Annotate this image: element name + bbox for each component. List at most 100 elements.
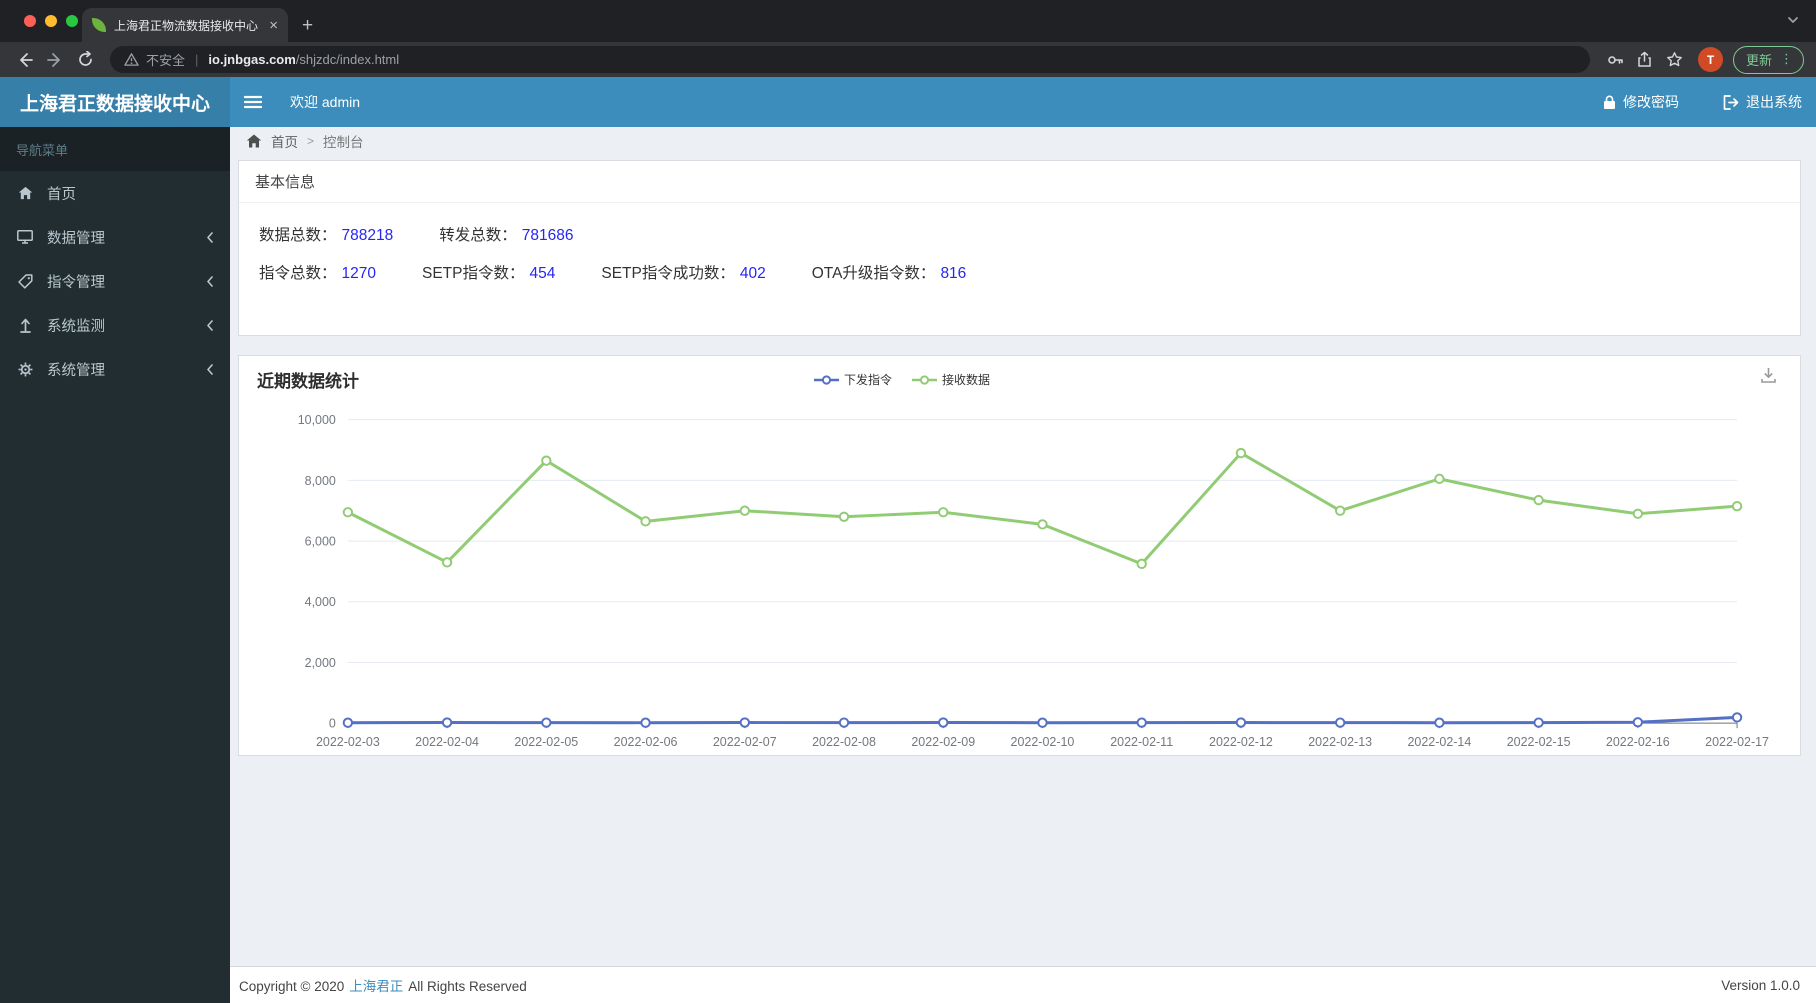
svg-text:8,000: 8,000 — [305, 474, 336, 488]
tab-title: 上海君正物流数据接收中心 — [114, 18, 259, 33]
sidebar-toggle-button[interactable] — [244, 95, 284, 109]
browser-toolbar: 不安全 | io.jnbgas.com/shjzdc/index.html T … — [0, 42, 1816, 77]
copyright-text: Copyright © 2020 上海君正 All Rights Reserved — [239, 979, 527, 994]
breadcrumb-home-label[interactable]: 首页 — [271, 131, 298, 151]
share-icon[interactable] — [1632, 47, 1658, 73]
svg-text:2022-02-12: 2022-02-12 — [1209, 735, 1273, 749]
welcome-text: 欢迎 admin — [290, 94, 361, 110]
breadcrumb-home-icon[interactable] — [246, 134, 262, 148]
svg-text:4,000: 4,000 — [305, 595, 336, 609]
stat-label: 数据总数： — [259, 227, 337, 244]
chrome-update-button[interactable]: 更新 ⋮ — [1732, 45, 1804, 74]
not-secure-label: 不安全 — [146, 53, 186, 68]
breadcrumb-current: 控制台 — [323, 134, 364, 150]
home-icon — [16, 186, 34, 200]
top-navbar: 欢迎 admin 修改密码 退出系统 — [230, 77, 1816, 127]
stat-value: 402 — [739, 265, 766, 282]
gear-icon — [16, 362, 34, 377]
reload-icon[interactable] — [72, 47, 98, 73]
svg-text:2022-02-05: 2022-02-05 — [514, 735, 578, 749]
sidebar-item-首页[interactable]: 首页 — [0, 171, 230, 215]
svg-text:10,000: 10,000 — [298, 413, 336, 427]
chevron-left-icon — [206, 231, 214, 243]
sign-out-icon — [1723, 94, 1739, 110]
svg-text:2022-02-09: 2022-02-09 — [911, 735, 975, 749]
stat-label: SETP指令成功数： — [601, 265, 735, 282]
basic-info-body: 数据总数： 788218 转发总数： 781686 指令总数： 1270 SETP指令数： 4… — [239, 203, 1800, 335]
recent-data-panel: 近期数据统计 下发指令 接收数据 0 2,000 4,000 6,000 8,000 10,… — [238, 355, 1801, 756]
sidebar-item-数据管理[interactable]: 数据管理 — [0, 215, 230, 259]
url-path: /shjzdc/index.html — [295, 52, 400, 67]
sidebar-item-系统管理[interactable]: 系统管理 — [0, 347, 230, 391]
url-host: io.jnbgas.com — [208, 52, 296, 67]
svg-text:2022-02-06: 2022-02-06 — [614, 735, 678, 749]
chevron-left-icon — [206, 363, 214, 375]
stat-label: OTA升级指令数： — [811, 265, 936, 282]
sidebar-item-label: 指令管理 — [47, 274, 105, 291]
stat-value: 454 — [529, 265, 556, 282]
not-secure-warning-icon — [124, 52, 139, 67]
browser-tab-strip: 上海君正物流数据接收中心 × + — [0, 0, 1816, 42]
stat-item: SETP指令数： 454 — [422, 261, 555, 283]
svg-text:2022-02-14: 2022-02-14 — [1407, 735, 1471, 749]
bookmark-star-icon[interactable] — [1662, 47, 1688, 73]
spring-leaf-favicon-icon — [92, 18, 106, 32]
sidebar-item-指令管理[interactable]: 指令管理 — [0, 259, 230, 303]
svg-text:2022-02-16: 2022-02-16 — [1606, 735, 1670, 749]
series-下发指令 — [342, 712, 1743, 728]
window-controls — [24, 15, 78, 27]
forward-icon[interactable] — [42, 47, 68, 73]
stat-item: 转发总数： 781686 — [439, 223, 573, 245]
stat-label: SETP指令数： — [422, 265, 525, 282]
svg-text:6,000: 6,000 — [305, 535, 336, 549]
stat-row-2: 指令总数： 1270 SETP指令数： 454 SETP指令成功数： 402 OTA升级指令… — [259, 261, 1780, 283]
chevron-left-icon — [206, 275, 214, 287]
back-icon[interactable] — [12, 47, 38, 73]
stat-value: 781686 — [521, 227, 574, 244]
tab-close-icon[interactable]: × — [269, 18, 278, 33]
svg-text:2022-02-08: 2022-02-08 — [812, 735, 876, 749]
browser-tab[interactable]: 上海君正物流数据接收中心 × — [82, 8, 288, 42]
svg-text:2022-02-13: 2022-02-13 — [1308, 735, 1372, 749]
window-zoom-icon[interactable] — [66, 15, 78, 27]
basic-info-title: 基本信息 — [239, 161, 1800, 203]
version-text: Version 1.0.0 — [1721, 977, 1800, 993]
svg-text:2022-02-11: 2022-02-11 — [1110, 735, 1173, 749]
x-axis-labels: 2022-02-03 2022-02-04 2022-02-05 2022-02-06… — [316, 735, 1769, 749]
browser-menu-dots-icon[interactable]: ⋮ — [1780, 51, 1793, 67]
company-link[interactable]: 上海君正 — [349, 979, 403, 994]
brand-logo[interactable]: 上海君正数据接收中心 — [0, 77, 230, 127]
new-tab-button[interactable]: + — [302, 16, 313, 35]
basic-info-panel: 基本信息 数据总数： 788218 转发总数： 781686 指令总数： 1270 SETP… — [238, 160, 1801, 336]
page-content: 基本信息 数据总数： 788218 转发总数： 781686 指令总数： 1270 SETP… — [230, 154, 1816, 966]
sidebar-nav: 导航菜单 首页数据管理指令管理系统监测系统管理 — [0, 127, 230, 1003]
svg-text:2,000: 2,000 — [305, 656, 336, 670]
logout-button[interactable]: 退出系统 — [1723, 92, 1802, 112]
sidebar-item-label: 系统监测 — [47, 318, 105, 335]
sidebar-item-label: 首页 — [47, 186, 76, 203]
svg-text:0: 0 — [329, 717, 336, 731]
stat-item: OTA升级指令数： 816 — [812, 261, 967, 283]
stat-row-1: 数据总数： 788218 转发总数： 781686 — [259, 223, 1780, 245]
stat-label: 指令总数： — [259, 265, 337, 282]
password-key-icon[interactable] — [1602, 47, 1628, 73]
svg-text:2022-02-15: 2022-02-15 — [1507, 735, 1571, 749]
breadcrumb: 首页 > 控制台 — [230, 127, 1816, 154]
sidebar-item-系统监测[interactable]: 系统监测 — [0, 303, 230, 347]
window-close-icon[interactable] — [24, 15, 36, 27]
stat-value: 788218 — [341, 227, 394, 244]
sidebar-heading: 导航菜单 — [0, 127, 230, 171]
stat-item: 指令总数： 1270 — [259, 261, 376, 283]
tag-icon — [16, 273, 34, 289]
address-bar[interactable]: 不安全 | io.jnbgas.com/shjzdc/index.html — [110, 46, 1590, 73]
recent-data-line-chart: 02,0004,0006,0008,00010,0002022-02-03 202… — [298, 413, 1769, 749]
gridlines — [347, 419, 1738, 663]
change-password-button[interactable]: 修改密码 — [1603, 92, 1679, 112]
svg-text:2022-02-07: 2022-02-07 — [713, 735, 777, 749]
app-header: 上海君正数据接收中心 欢迎 admin 修改密码 退出系统 — [0, 77, 1816, 127]
tab-search-chevron-icon[interactable] — [1786, 13, 1800, 32]
window-minimize-icon[interactable] — [45, 15, 57, 27]
profile-avatar[interactable]: T — [1697, 47, 1723, 72]
svg-text:2022-02-10: 2022-02-10 — [1011, 735, 1075, 749]
breadcrumb-separator: > — [307, 133, 315, 148]
